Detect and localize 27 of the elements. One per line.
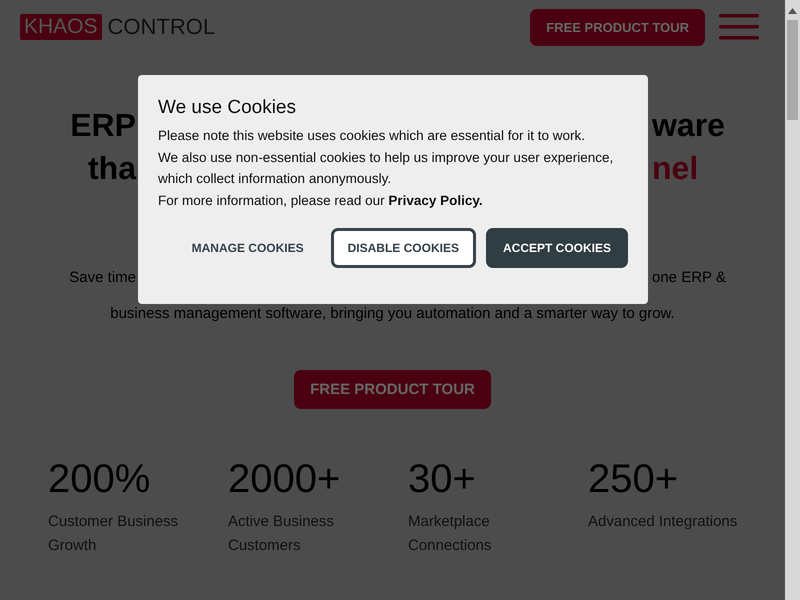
stat-value: 200% <box>48 457 152 502</box>
headline-text: ware <box>652 106 725 145</box>
intro-text: Save time <box>69 268 136 288</box>
stat-label: Advanced Integrations <box>588 512 738 532</box>
stat-label: Active Business Customers <box>228 512 335 556</box>
accept-cookies-button[interactable]: ACCEPT COOKIES <box>486 228 628 268</box>
privacy-policy-link[interactable]: Privacy Policy. <box>388 192 483 208</box>
scroll-thumb[interactable] <box>787 20 798 120</box>
dialog-text: Please note this website uses cookies which are essential for it to work. <box>158 127 586 145</box>
stat-value: 250+ <box>588 457 680 502</box>
intro-text: one ERP & <box>652 268 726 288</box>
dialog-title: We use Cookies <box>158 97 297 119</box>
headline-text: ERP <box>70 106 136 145</box>
stat-value: 2000+ <box>228 457 342 502</box>
menu-icon[interactable] <box>719 14 759 40</box>
intro-text: business management software, bringing you automation and a smarter way to grow. <box>109 304 676 324</box>
scroll-up-icon[interactable] <box>788 8 797 14</box>
dialog-text: For more information, please read our <box>158 192 385 208</box>
scrollbar[interactable] <box>785 0 800 600</box>
stat-label: Customer Business Growth <box>48 512 180 556</box>
disable-cookies-button[interactable]: DISABLE COOKIES <box>330 228 476 268</box>
stat-value: 30+ <box>408 457 477 502</box>
headline-text: tha <box>88 149 136 188</box>
dialog-text: We also use non-essential cookies to help us improve your user experience, which collect information anonymously. <box>158 148 614 188</box>
manage-cookies-button[interactable]: MANAGE COOKIES <box>174 228 321 268</box>
stat-label: Marketplace Connections <box>408 512 492 556</box>
headline-text: nel <box>652 149 698 188</box>
